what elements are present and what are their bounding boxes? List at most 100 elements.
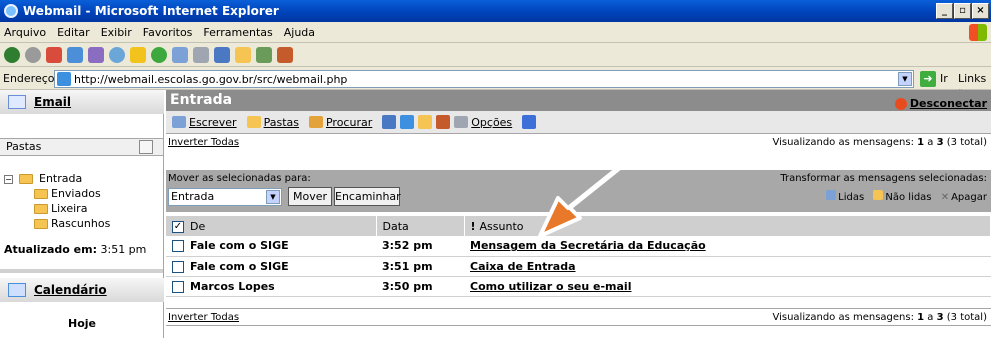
select-all-checkbox[interactable]: ✓ [172, 220, 184, 233]
messenger-icon[interactable] [256, 47, 272, 63]
move-button[interactable]: Mover [288, 187, 332, 206]
email-link[interactable]: Email [34, 95, 71, 109]
folder-icon [34, 189, 48, 199]
from-column-header[interactable]: ✓ De [166, 216, 377, 236]
mark-read-link[interactable]: Lidas [838, 192, 864, 203]
menu-bar: Arquivo Editar Exibir Favoritos Ferramen… [0, 22, 991, 43]
priority-icon: ! [470, 219, 476, 233]
research-icon[interactable] [277, 47, 293, 63]
address-label: Endereço [3, 72, 55, 85]
folders-header: Pastas [0, 138, 163, 156]
address-bar: Endereço http://webmail.escolas.go.gov.b… [0, 68, 991, 98]
close-button[interactable]: × [972, 3, 989, 19]
search-button[interactable]: Procurar [308, 116, 372, 129]
address-input[interactable]: http://webmail.escolas.go.gov.br/src/web… [54, 70, 914, 88]
calendar-link[interactable]: Calendário [34, 283, 107, 297]
folder-title-bar: Entrada Desconectar [166, 90, 991, 111]
dropdown-arrow-icon[interactable]: ▼ [898, 72, 912, 86]
move-folder-select[interactable]: Entrada ▼ [168, 188, 282, 206]
message-date: 3:50 pm [376, 276, 464, 297]
mark-unread-link[interactable]: Não lidas [885, 192, 931, 203]
folder-icon [34, 204, 48, 214]
help-icon[interactable] [522, 115, 537, 129]
minimize-button[interactable]: _ [936, 3, 953, 19]
maximize-button[interactable]: ▫ [954, 3, 971, 19]
message-checkbox[interactable] [172, 240, 184, 253]
folder-entrada[interactable]: − Entrada [4, 172, 82, 185]
message-subject[interactable]: Como utilizar o seu e-mail [464, 276, 991, 297]
today-label: Hoje [68, 317, 96, 330]
viewing-status: Visualizando as mensagens: 1 a 3 (3 tota… [772, 311, 987, 323]
message-from: Marcos Lopes [166, 276, 376, 297]
sidebar-email-header[interactable]: Email [0, 90, 164, 114]
invert-all-link[interactable]: Inverter Todas [168, 137, 239, 148]
folders-button[interactable]: Pastas [246, 116, 299, 129]
history-icon[interactable] [151, 47, 167, 63]
tasks-icon[interactable] [436, 115, 451, 129]
menu-arquivo[interactable]: Arquivo [4, 26, 46, 39]
calendar-icon[interactable] [400, 115, 415, 129]
message-date: 3:51 pm [376, 256, 464, 277]
favorites-icon[interactable] [130, 47, 146, 63]
compose-button[interactable]: Escrever [172, 116, 237, 129]
mail-icon[interactable] [172, 47, 188, 63]
folder-rascunhos[interactable]: Rascunhos [34, 217, 110, 230]
edit-icon[interactable] [214, 47, 230, 63]
folder-title: Entrada [170, 92, 233, 108]
options-button[interactable]: Opções [454, 116, 512, 129]
ie-toolbar [0, 44, 991, 67]
folder-icon[interactable] [235, 47, 251, 63]
date-column-header[interactable]: Data [376, 216, 465, 236]
notes-icon[interactable] [418, 115, 433, 129]
unread-icon [873, 190, 884, 200]
calendar-icon [8, 283, 26, 297]
menu-favoritos[interactable]: Favoritos [143, 26, 193, 39]
sidebar-calendar-header[interactable]: Calendário [0, 278, 164, 302]
forward-button[interactable]: Encaminhar [334, 187, 401, 206]
folder-enviados[interactable]: Enviados [34, 187, 101, 200]
table-row[interactable]: Marcos Lopes 3:50 pm Como utilizar o seu… [166, 276, 991, 297]
forward-icon[interactable] [25, 47, 41, 63]
windows-flag-icon [969, 24, 987, 41]
invert-all-link[interactable]: Inverter Todas [168, 312, 239, 323]
message-subject[interactable]: Caixa de Entrada [464, 256, 991, 277]
addressbook-icon[interactable] [382, 115, 397, 129]
collapse-icon[interactable]: − [4, 174, 13, 184]
address-url: http://webmail.escolas.go.gov.br/src/web… [74, 72, 348, 86]
folder-lixeira[interactable]: Lixeira [34, 202, 87, 215]
delete-link[interactable]: Apagar [951, 192, 987, 203]
power-icon [894, 97, 907, 110]
sidebar: Email Pastas − Entrada Enviados Lixeira … [0, 90, 164, 338]
transform-label: Transformar as mensagens selecionadas: [780, 173, 987, 184]
table-row[interactable]: Fale com o SIGE 3:51 pm Caixa de Entrada [166, 256, 991, 277]
search-icon[interactable] [109, 47, 125, 63]
menu-editar[interactable]: Editar [57, 26, 90, 39]
message-checkbox[interactable] [172, 280, 184, 293]
go-icon[interactable]: ➜ [920, 71, 936, 87]
window-title: Webmail - Microsoft Internet Explorer [23, 4, 279, 18]
menu-ferramentas[interactable]: Ferramentas [203, 26, 272, 39]
page-icon [57, 72, 71, 86]
delete-icon: ✕ [940, 192, 950, 203]
dropdown-arrow-icon: ▼ [266, 190, 280, 204]
folder-icon [246, 116, 261, 128]
stop-icon[interactable] [46, 47, 62, 63]
search-icon [308, 116, 323, 128]
ie-icon [4, 4, 18, 18]
menu-exibir[interactable]: Exibir [101, 26, 132, 39]
pointer-arrow-icon [538, 142, 652, 238]
mark-actions: Lidas Não lidas ✕ Apagar [826, 190, 987, 203]
message-checkbox[interactable] [172, 260, 184, 273]
refresh-folders-icon[interactable] [139, 140, 153, 154]
refresh-icon[interactable] [67, 47, 83, 63]
menu-ajuda[interactable]: Ajuda [284, 26, 315, 39]
message-from: Fale com o SIGE [166, 236, 376, 257]
print-icon[interactable] [193, 47, 209, 63]
back-icon[interactable] [4, 47, 20, 63]
invert-bar-bottom: Inverter Todas Visualizando as mensagens… [166, 308, 991, 326]
go-button[interactable]: Ir [940, 72, 948, 85]
message-from: Fale com o SIGE [166, 256, 376, 277]
home-icon[interactable] [88, 47, 104, 63]
sidebar-splitter[interactable] [0, 269, 163, 273]
action-bar: Escrever Pastas Procurar Opções [166, 111, 991, 133]
